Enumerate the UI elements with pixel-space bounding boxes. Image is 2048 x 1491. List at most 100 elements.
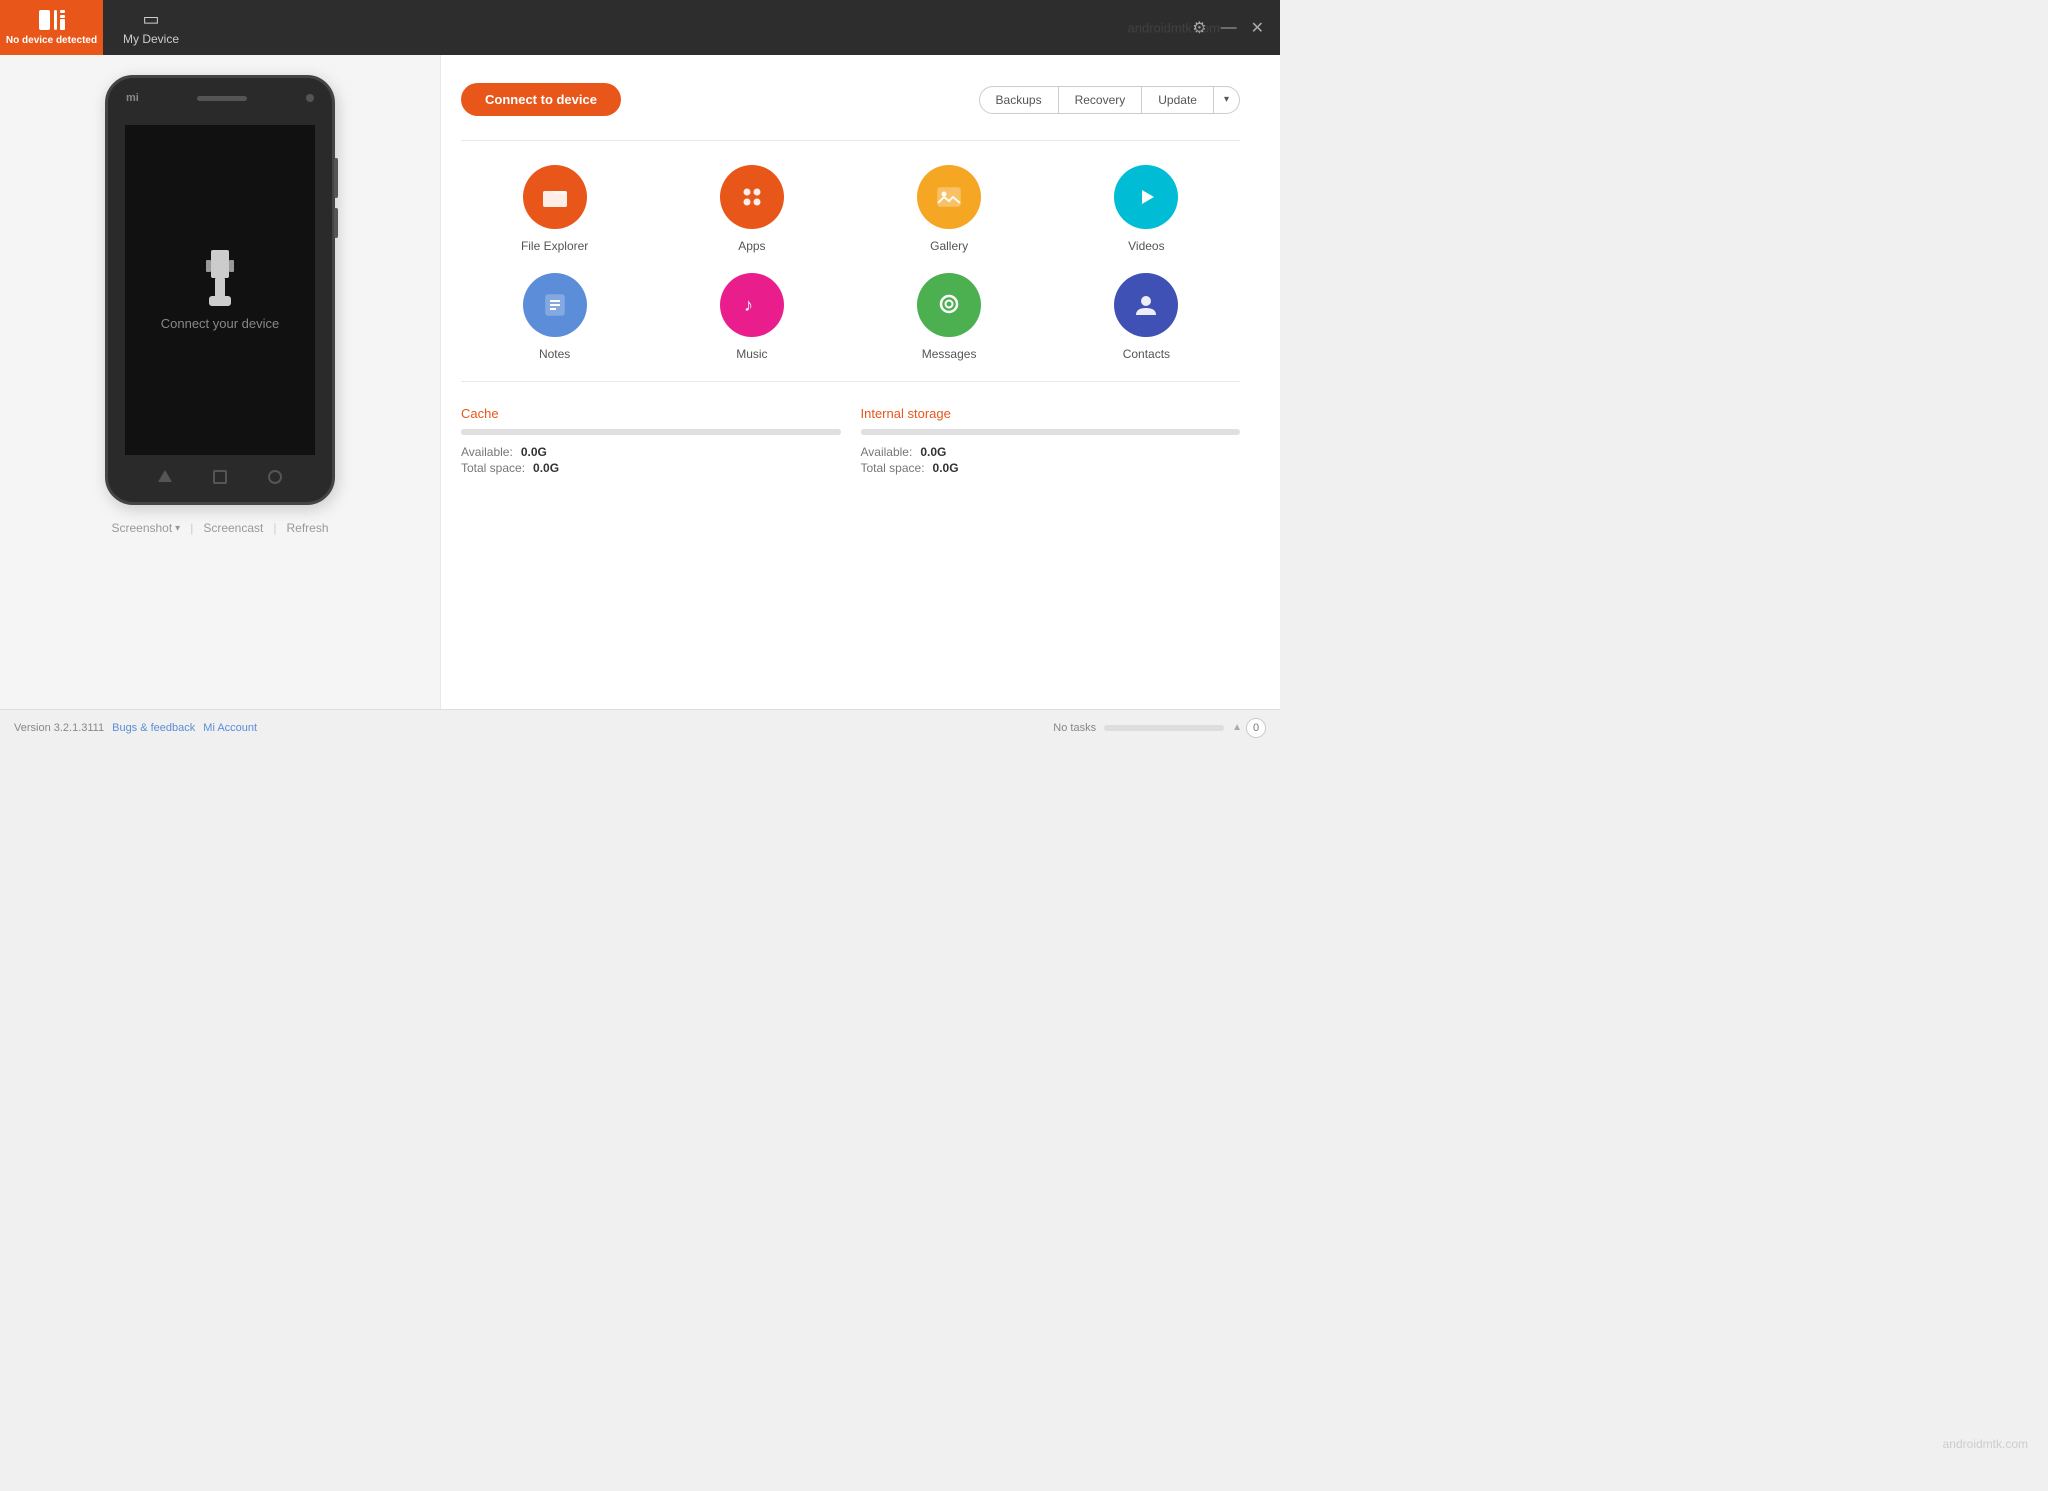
device-tab-icon: ▭ xyxy=(143,9,160,30)
file-explorer-item[interactable]: File Explorer xyxy=(461,165,648,253)
internal-bar-fill xyxy=(861,429,1241,435)
connect-to-device-button[interactable]: Connect to device xyxy=(461,83,621,116)
music-icon: ♪ xyxy=(720,273,784,337)
phone-camera xyxy=(306,94,314,102)
internal-label: Internal storage xyxy=(861,406,1241,421)
up-arrow-icon: ▲ xyxy=(1232,722,1242,733)
bugs-feedback-link[interactable]: Bugs & feedback xyxy=(112,722,195,734)
utility-buttons: Backups Recovery Update ▾ xyxy=(979,86,1240,114)
internal-available-label: Available: xyxy=(861,445,913,459)
task-count-badge: 0 xyxy=(1246,718,1266,738)
screenshot-button[interactable]: Screenshot ▾ xyxy=(111,521,180,535)
backups-button[interactable]: Backups xyxy=(979,86,1059,114)
file-explorer-icon xyxy=(523,165,587,229)
messages-label: Messages xyxy=(922,347,977,361)
notes-label: Notes xyxy=(539,347,570,361)
version-text: Version 3.2.1.3111 xyxy=(14,722,104,734)
back-btn-icon xyxy=(158,470,172,482)
close-icon[interactable]: ✕ xyxy=(1251,18,1264,38)
task-count-value: 0 xyxy=(1253,722,1259,734)
update-dropdown-button[interactable]: ▾ xyxy=(1214,86,1240,114)
main-content: mi Connect your device xyxy=(0,55,1280,709)
internal-bar xyxy=(861,429,1241,435)
recents-btn-icon xyxy=(268,470,282,484)
my-device-tab[interactable]: ▭ My Device xyxy=(103,0,199,55)
notes-icon xyxy=(523,273,587,337)
cache-bar-fill xyxy=(461,429,841,435)
cache-storage: Cache Available: 0.0G Total space: 0.0G xyxy=(461,406,841,475)
minimize-icon[interactable]: — xyxy=(1221,19,1237,37)
left-panel: mi Connect your device xyxy=(0,55,440,709)
screenshot-label: Screenshot xyxy=(111,521,172,535)
no-tasks-text: No tasks xyxy=(1053,722,1096,734)
phone-frame: mi Connect your device xyxy=(105,75,335,505)
cache-available-row: Available: 0.0G xyxy=(461,445,841,459)
internal-total-val: 0.0G xyxy=(933,461,959,475)
contacts-item[interactable]: Contacts xyxy=(1053,273,1240,361)
gallery-label: Gallery xyxy=(930,239,968,253)
cache-info: Available: 0.0G Total space: 0.0G xyxy=(461,445,841,475)
divider1: | xyxy=(190,521,193,535)
internal-total-label: Total space: xyxy=(861,461,925,475)
home-btn-icon xyxy=(213,470,227,484)
phone-screen: Connect your device xyxy=(125,125,315,455)
task-count-area: ▲ 0 xyxy=(1232,718,1266,738)
messages-icon xyxy=(917,273,981,337)
feature-icon-grid: File Explorer Apps Gallery xyxy=(461,165,1240,361)
contacts-icon xyxy=(1114,273,1178,337)
cache-available-label: Available: xyxy=(461,445,513,459)
file-explorer-label: File Explorer xyxy=(521,239,588,253)
brand-section: No device detected xyxy=(0,0,103,55)
tab-label: My Device xyxy=(123,32,179,46)
divider2: | xyxy=(273,521,276,535)
refresh-label: Refresh xyxy=(286,521,328,535)
apps-label: Apps xyxy=(738,239,765,253)
mi-logo-icon xyxy=(38,9,66,31)
usb-icon xyxy=(199,250,241,306)
phone-speaker xyxy=(197,96,247,101)
internal-total-row: Total space: 0.0G xyxy=(861,461,1241,475)
cache-total-label: Total space: xyxy=(461,461,525,475)
cache-total-val: 0.0G xyxy=(533,461,559,475)
messages-item[interactable]: Messages xyxy=(856,273,1043,361)
music-item[interactable]: ♪ Music xyxy=(658,273,845,361)
refresh-button[interactable]: Refresh xyxy=(286,521,328,535)
svg-text:♪: ♪ xyxy=(744,295,753,315)
brand-label: No device detected xyxy=(6,34,97,47)
top-action-bar: Connect to device Backups Recovery Updat… xyxy=(461,83,1240,116)
screenshot-dropdown-icon[interactable]: ▾ xyxy=(175,523,180,534)
apps-item[interactable]: Apps xyxy=(658,165,845,253)
bottom-actions: Screenshot ▾ | Screencast | Refresh xyxy=(111,521,328,535)
cache-total-row: Total space: 0.0G xyxy=(461,461,841,475)
videos-icon xyxy=(1114,165,1178,229)
statusbar-right: No tasks ▲ 0 xyxy=(1053,718,1266,738)
mi-account-link[interactable]: Mi Account xyxy=(203,722,257,734)
statusbar: Version 3.2.1.3111 Bugs & feedback Mi Ac… xyxy=(0,709,1280,745)
separator1 xyxy=(461,140,1240,141)
separator2 xyxy=(461,381,1240,382)
videos-item[interactable]: Videos xyxy=(1053,165,1240,253)
cache-bar xyxy=(461,429,841,435)
contacts-label: Contacts xyxy=(1123,347,1170,361)
update-button[interactable]: Update xyxy=(1142,86,1214,114)
videos-label: Videos xyxy=(1128,239,1164,253)
task-progress-bar xyxy=(1104,725,1224,731)
screencast-label: Screencast xyxy=(203,521,263,535)
phone-side-button xyxy=(334,158,338,198)
titlebar: No device detected ▭ My Device androidmt… xyxy=(0,0,1280,55)
gallery-item[interactable]: Gallery xyxy=(856,165,1043,253)
storage-section: Cache Available: 0.0G Total space: 0.0G xyxy=(461,406,1240,475)
phone-top-bar: mi xyxy=(108,92,332,104)
right-panel: Connect to device Backups Recovery Updat… xyxy=(440,55,1280,709)
cache-available-val: 0.0G xyxy=(521,445,547,459)
watermark-fixed: androidmtk.com xyxy=(1943,1437,2028,1451)
music-label: Music xyxy=(736,347,767,361)
screencast-button[interactable]: Screencast xyxy=(203,521,263,535)
notes-item[interactable]: Notes xyxy=(461,273,648,361)
apps-icon xyxy=(720,165,784,229)
cache-label: Cache xyxy=(461,406,841,421)
recovery-button[interactable]: Recovery xyxy=(1059,86,1143,114)
internal-info: Available: 0.0G Total space: 0.0G xyxy=(861,445,1241,475)
internal-available-row: Available: 0.0G xyxy=(861,445,1241,459)
internal-available-val: 0.0G xyxy=(920,445,946,459)
